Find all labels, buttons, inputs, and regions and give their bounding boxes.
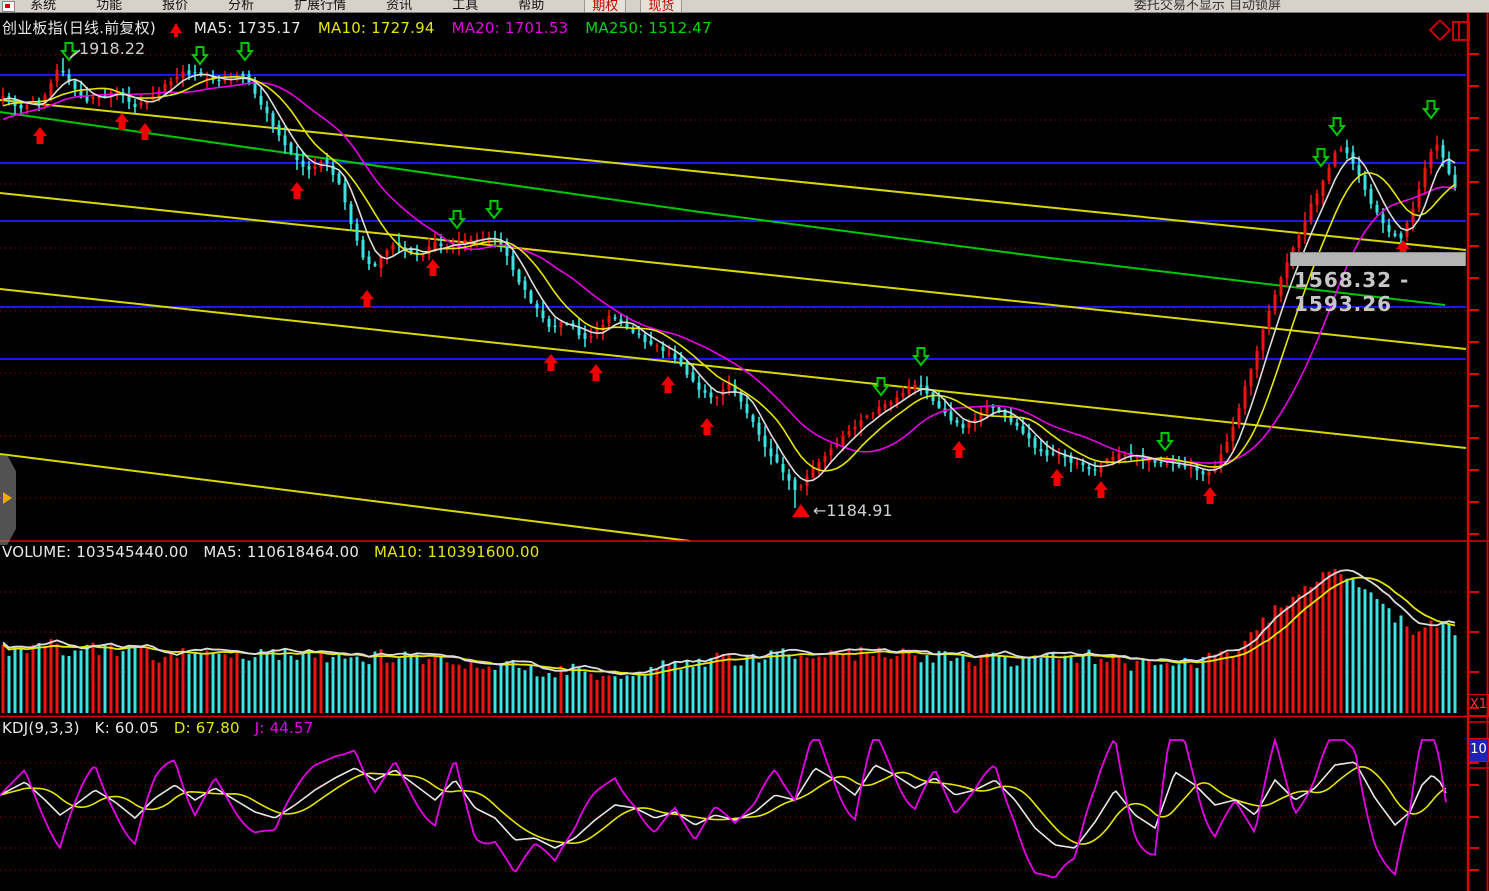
volume-value: VOLUME: 103545440.00 (2, 543, 188, 561)
volume-ma5: MA5: 110618464.00 (203, 543, 359, 561)
kdj-scale-label: 10 (1468, 738, 1489, 762)
volume-bars (2, 569, 1457, 713)
diamond-icon[interactable] (1430, 20, 1450, 40)
split-window-icon[interactable] (1453, 22, 1469, 40)
expand-arrow-icon (3, 492, 12, 504)
ma250-legend: MA250: 1512.47 (585, 19, 711, 37)
kdj-k-value: K: 60.05 (95, 719, 159, 737)
main-grid (0, 55, 1466, 498)
period-high-annotation: 1918.22 (79, 39, 145, 58)
kdj-d-value: D: 67.80 (174, 719, 240, 737)
volume-header: VOLUME: 103545440.00 MA5: 110618464.00 M… (2, 543, 550, 561)
kdj-name[interactable]: KDJ(9,3,3) (2, 719, 80, 737)
gap-annotation: 1568.32 - 1593.26 (1290, 252, 1466, 295)
chart-canvas (0, 0, 1489, 891)
kdj-d-line (0, 767, 1446, 844)
period-low-annotation: ←1184.91 (813, 501, 893, 520)
corner-icons-svg (1421, 20, 1471, 46)
gap-annotation-bar (1290, 252, 1466, 266)
sidebar-expand-handle[interactable] (0, 455, 16, 545)
ma5-legend: MA5: 1735.17 (194, 19, 301, 37)
ma20-line (3, 83, 1455, 463)
ma5-line (3, 74, 1455, 481)
trading-app-window: 系统功能报价分析扩展行情资讯工具帮助期权现货 委托交易不显示 自动锁屏 创业板指… (0, 0, 1489, 891)
volume-scale-label: X1 (1468, 694, 1489, 716)
sell-signal-arrows (62, 43, 1438, 450)
yellow-trendlines (0, 100, 1466, 541)
kdj-j-value: J: 44.57 (255, 719, 314, 737)
buy-signal-icon (170, 23, 182, 33)
gap-annotation-text: 1568.32 - 1593.26 (1290, 266, 1466, 316)
ma20-legend: MA20: 1701.53 (452, 19, 569, 37)
candle-wicks (3, 58, 1455, 508)
volume-ma10: MA10: 110391600.00 (374, 543, 539, 561)
instrument-title[interactable]: 创业板指(日线.前复权) (2, 19, 156, 37)
ma10-legend: MA10: 1727.94 (318, 19, 435, 37)
buy-signal-arrows (33, 113, 1410, 504)
kdj-k-line (0, 762, 1446, 848)
ma250-line (0, 112, 1445, 305)
main-chart-header: 创业板指(日线.前复权) MA5: 1735.17 MA10: 1727.94 M… (2, 17, 724, 38)
kdj-j-line (0, 740, 1446, 877)
kdj-header: KDJ(9,3,3) K: 60.05 D: 67.80 J: 44.57 (2, 719, 324, 737)
ma10-line (3, 77, 1455, 471)
